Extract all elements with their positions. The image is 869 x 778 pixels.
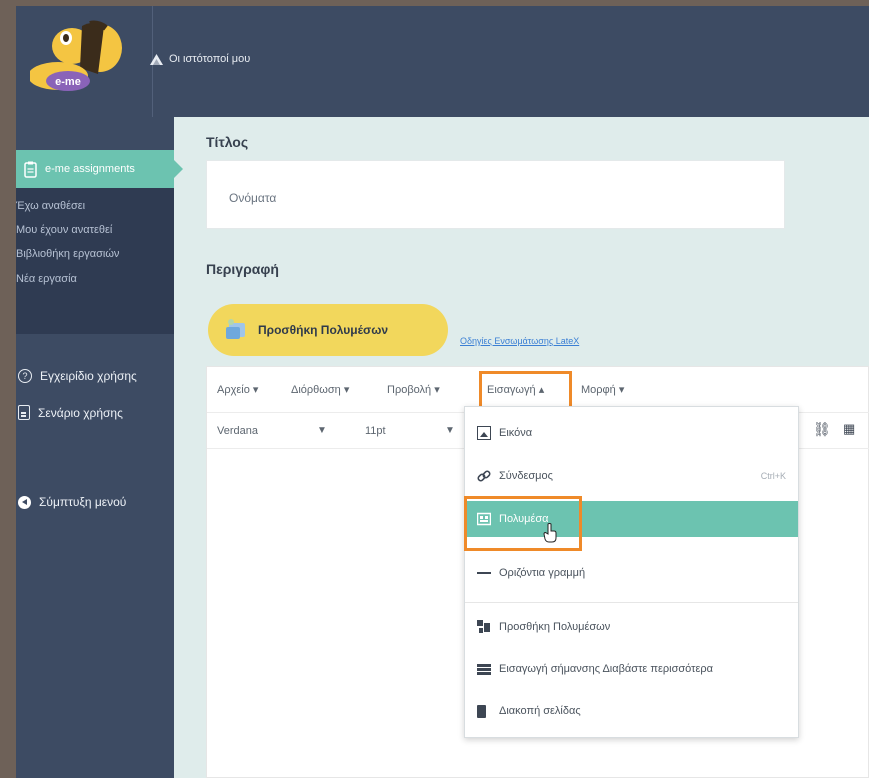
title-label: Τίτλος	[206, 134, 249, 150]
collapse-arrow-icon	[18, 495, 31, 509]
my-sites-link[interactable]: Οι ιστότοποί μου	[150, 53, 250, 65]
font-family-chevron-icon[interactable]: ▼	[317, 425, 327, 436]
my-sites-label: Οι ιστότοποί μου	[169, 53, 251, 65]
page-break-icon	[477, 704, 486, 718]
add-media-button[interactable]: Προσθήκη Πολυμέσων	[208, 304, 448, 356]
sidebar-item-collapse[interactable]: Σύμπτυξη μενού	[18, 495, 126, 509]
e-me-logo[interactable]: e-me	[28, 16, 140, 106]
sidebar-item-label: Σενάριο χρήσης	[38, 405, 123, 420]
latex-instructions-link[interactable]: Οδηγίες Ενσωμάτωσης LateX	[460, 336, 579, 346]
insert-link-label: Σύνδεσμος	[499, 470, 553, 482]
insert-add-media-item[interactable]: Προσθήκη Πολυμέσων	[465, 609, 798, 645]
read-more-icon	[477, 663, 491, 675]
sidebar-subitem-assigned-to-me[interactable]: Μου έχουν ανατεθεί	[16, 224, 112, 236]
sidebar-subitem-new-assignment[interactable]: Νέα εργασία	[16, 273, 77, 285]
sidebar-item-label: Εγχειρίδιο χρήσης	[40, 369, 137, 383]
menu-edit[interactable]: Διόρθωση ▾	[291, 383, 349, 396]
sites-icon	[150, 53, 163, 65]
image-icon	[477, 426, 491, 440]
horizontal-line-icon	[477, 572, 491, 574]
menu-view[interactable]: Προβολή ▾	[387, 383, 440, 396]
add-media-label: Προσθήκη Πολυμέσων	[258, 323, 389, 337]
app-window: e-me Οι ιστότοποί μου e-me assignments Έ…	[16, 6, 869, 778]
logo-text: e-me	[55, 76, 81, 88]
insert-read-more-label: Εισαγωγή σήμανσης Διαβάστε περισσότερα	[499, 663, 713, 675]
insert-page-break-item[interactable]: Διακοπή σελίδας	[465, 693, 798, 729]
insert-page-break-label: Διακοπή σελίδας	[499, 705, 581, 717]
sidebar: e-me assignments Έχω αναθέσει Μου έχουν …	[16, 117, 183, 778]
clipboard-icon	[24, 161, 37, 178]
sidebar-item-manual[interactable]: ? Εγχειρίδιο χρήσης	[18, 369, 137, 383]
assignments-submenu: Έχω αναθέσει Μου έχουν ανατεθεί Βιβλιοθή…	[16, 188, 174, 334]
top-header: e-me Οι ιστότοποί μου	[16, 6, 869, 117]
table-icon[interactable]: ▦	[843, 421, 855, 437]
unlink-icon[interactable]: ⛓	[813, 421, 831, 438]
insert-link-item[interactable]: Σύνδεσμος Ctrl+K	[465, 458, 798, 494]
add-media-icon	[226, 319, 245, 339]
sidebar-subitem-assigned-by-me[interactable]: Έχω αναθέσει	[16, 200, 85, 212]
insert-horizontal-line-item[interactable]: Οριζόντια γραμμή	[465, 555, 798, 591]
media-item-highlight	[464, 496, 582, 551]
font-family-select[interactable]: Verdana	[217, 425, 258, 437]
sidebar-item-label: e-me assignments	[45, 163, 135, 175]
hand-cursor-icon	[543, 523, 557, 543]
link-shortcut: Ctrl+K	[760, 471, 786, 481]
insert-image-label: Εικόνα	[499, 427, 533, 439]
font-size-select[interactable]: 11pt	[365, 425, 386, 437]
link-icon	[477, 470, 491, 482]
insert-menu-dropdown: Εικόνα Σύνδεσμος Ctrl+K Πολυμέσα Οριζόντ…	[464, 406, 799, 738]
sidebar-item-scenario[interactable]: Σενάριο χρήσης	[18, 405, 123, 420]
menu-format[interactable]: Μορφή ▾	[581, 383, 624, 396]
sidebar-subitem-library[interactable]: Βιβλιοθήκη εργασιών	[16, 248, 119, 260]
help-circle-icon: ?	[18, 369, 32, 383]
menu-file[interactable]: Αρχείο ▾	[217, 383, 258, 396]
title-input[interactable]: Ονόματα	[206, 160, 785, 229]
dropdown-divider	[465, 602, 798, 603]
insert-add-media-label: Προσθήκη Πολυμέσων	[499, 621, 611, 633]
sidebar-item-label: Σύμπτυξη μενού	[39, 495, 127, 509]
sidebar-item-assignments[interactable]: e-me assignments	[16, 150, 183, 188]
font-size-chevron-icon[interactable]: ▼	[445, 425, 455, 436]
insert-image-item[interactable]: Εικόνα	[465, 415, 798, 451]
document-icon	[18, 405, 30, 420]
insert-hr-label: Οριζόντια γραμμή	[499, 567, 586, 579]
description-label: Περιγραφή	[206, 261, 279, 277]
insert-read-more-item[interactable]: Εισαγωγή σήμανσης Διαβάστε περισσότερα	[465, 651, 798, 687]
add-media-icon	[477, 620, 490, 633]
